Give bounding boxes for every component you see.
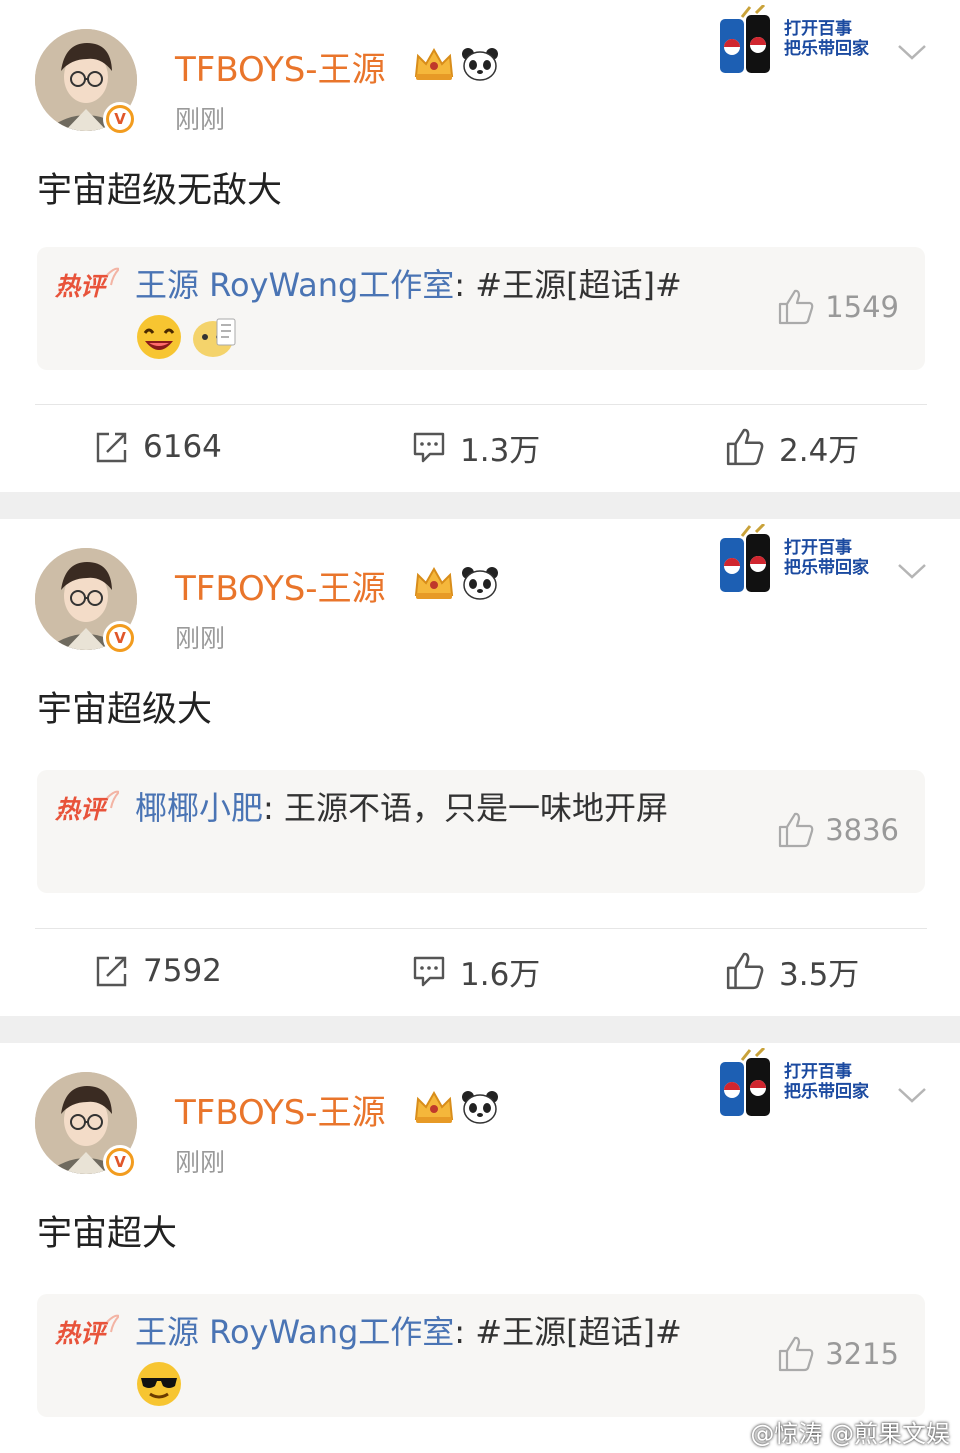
username[interactable]: TFBOYS-王源 [175, 561, 386, 610]
timestamp: 刚刚 [175, 624, 226, 653]
comment-author[interactable]: 王源 RoyWang工作室 [135, 1313, 454, 1351]
share-icon [96, 956, 127, 987]
comment-like-count: 3215 [825, 1337, 899, 1371]
post-content: 宇宙超级大 [37, 690, 213, 730]
ad-line-2: 把乐带回家 [784, 39, 869, 59]
weibo-post: V TFBOYS-王源 刚刚 打开百事 把乐带回家 宇宙超级无敌大 热评 王源 … [0, 0, 960, 492]
ad-line-1: 打开百事 [784, 1062, 852, 1082]
hot-comment-label: 热评 [55, 795, 109, 824]
thumbs-up-icon [726, 428, 764, 466]
thumbs-up-icon [779, 812, 814, 848]
comment-like-count: 1549 [825, 290, 899, 324]
comment-button[interactable]: 1.6万 [412, 941, 540, 1001]
crown-vip-icon [414, 1090, 454, 1123]
crown-vip-icon [414, 566, 454, 599]
ad-line-1: 打开百事 [784, 538, 852, 558]
share-icon [96, 432, 127, 463]
sunglasses-emoji-icon [137, 1362, 181, 1406]
comment-text: : #王源[超话]# [454, 1313, 682, 1351]
panda-icon [462, 1091, 498, 1124]
weibo-post: V TFBOYS-王源 刚刚 打开百事 把乐带回家 宇宙超级大 热评 椰椰小肥:… [0, 519, 960, 1016]
laughing-emoji-icon [137, 315, 181, 359]
hot-comment[interactable]: 热评 王源 RoyWang工作室: #王源[超话]# 1549 [37, 247, 925, 370]
crown-vip-icon [414, 47, 454, 80]
username[interactable]: TFBOYS-王源 [175, 1085, 386, 1134]
verified-badge-icon: V [103, 102, 137, 136]
hot-comment-badge: 热评 [55, 1314, 119, 1348]
pepsi-ad-banner[interactable]: 打开百事 把乐带回家 [716, 3, 871, 77]
like-button[interactable]: 3.5万 [725, 941, 859, 1001]
comment-count: 1.6万 [460, 956, 541, 993]
action-bar: 6164 1.3万 2.4万 [0, 417, 960, 477]
like-count: 3.5万 [779, 956, 860, 993]
post-content: 宇宙超级无敌大 [37, 171, 283, 211]
doge-emoji-icon [193, 318, 236, 357]
hot-comment[interactable]: 热评 王源 RoyWang工作室: #王源[超话]# 3215 [37, 1294, 925, 1417]
hot-comment-badge: 热评 [55, 267, 119, 301]
thumbs-up-icon [779, 289, 814, 325]
share-button[interactable]: 6164 [95, 417, 222, 477]
share-button[interactable]: 7592 [95, 941, 222, 1001]
comment-text: : 王源不语，只是一味地开屏 [263, 789, 668, 827]
pepsi-ad-banner[interactable]: 打开百事 把乐带回家 [716, 522, 871, 596]
weibo-logo-icon [718, 1422, 744, 1443]
like-button[interactable]: 2.4万 [725, 417, 859, 477]
username[interactable]: TFBOYS-王源 [175, 42, 386, 91]
comment-text: : #王源[超话]# [454, 266, 682, 304]
share-count: 7592 [143, 953, 222, 989]
panda-icon [462, 48, 498, 81]
hot-comment-label: 热评 [55, 272, 109, 301]
action-bar: 7592 1.6万 3.5万 [0, 941, 960, 1001]
pepsi-ad-banner[interactable]: 打开百事 把乐带回家 [716, 1046, 871, 1120]
comment-button[interactable]: 1.3万 [412, 417, 540, 477]
share-count: 6164 [143, 429, 222, 465]
ad-line-2: 把乐带回家 [784, 558, 869, 578]
verified-badge-icon: V [103, 621, 137, 655]
verified-badge-icon: V [103, 1145, 137, 1179]
thumbs-up-icon [726, 952, 764, 990]
timestamp: 刚刚 [175, 1148, 226, 1177]
comment-icon [413, 432, 445, 463]
watermark-text: @惊涛 @煎果文娱 [750, 1420, 950, 1448]
chevron-down-icon[interactable] [897, 42, 927, 62]
hot-comment[interactable]: 热评 椰椰小肥: 王源不语，只是一味地开屏 3836 [37, 770, 925, 893]
comment-author[interactable]: 椰椰小肥 [135, 789, 263, 827]
hot-comment-badge: 热评 [55, 790, 119, 824]
chevron-down-icon[interactable] [897, 561, 927, 581]
thumbs-up-icon [779, 1336, 814, 1372]
weibo-post: V TFBOYS-王源 刚刚 打开百事 把乐带回家 宇宙超大 热评 王源 Roy… [0, 1043, 960, 1453]
divider [35, 928, 927, 929]
like-count: 2.4万 [779, 432, 860, 469]
comment-like-count: 3836 [825, 813, 899, 847]
ad-line-2: 把乐带回家 [784, 1082, 869, 1102]
feed-separator [0, 1016, 960, 1043]
comment-count: 1.3万 [460, 432, 541, 469]
timestamp: 刚刚 [175, 105, 226, 134]
ad-line-1: 打开百事 [784, 19, 852, 39]
watermark: @惊涛 @煎果文娱 [718, 1414, 950, 1449]
chevron-down-icon[interactable] [897, 1085, 927, 1105]
comment-author[interactable]: 王源 RoyWang工作室 [135, 266, 454, 304]
post-content: 宇宙超大 [37, 1214, 178, 1254]
feed-separator [0, 492, 960, 519]
panda-icon [462, 567, 498, 600]
hot-comment-label: 热评 [55, 1319, 109, 1348]
divider [35, 404, 927, 405]
comment-icon [413, 956, 445, 987]
